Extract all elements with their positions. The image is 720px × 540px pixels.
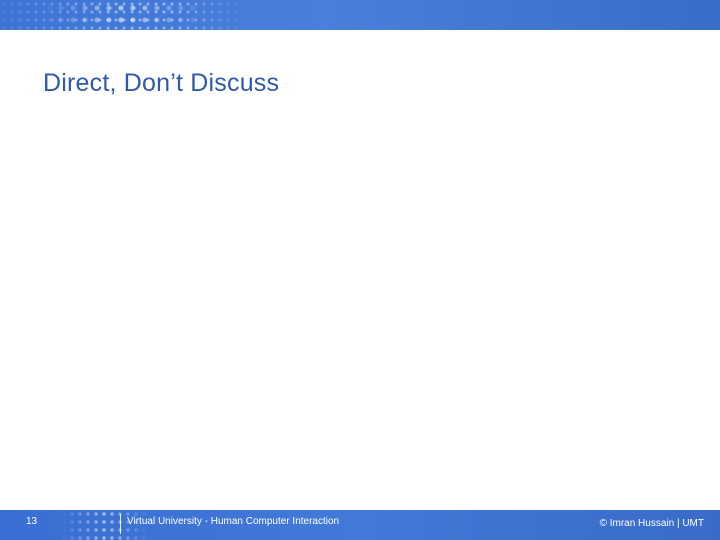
footer-copyright: © Imran Hussain | UMT (599, 518, 704, 529)
top-banner (0, 0, 720, 30)
page-number: 13 (26, 516, 38, 527)
slide: Direct, Don’t Discuss 13 Virtual Univers… (0, 0, 720, 540)
footer-divider (120, 514, 121, 534)
banner-dot-pattern-large (40, 0, 210, 30)
footer-course-title: Virtual University - Human Computer Inte… (127, 516, 340, 527)
slide-title: Direct, Don’t Discuss (43, 69, 280, 97)
